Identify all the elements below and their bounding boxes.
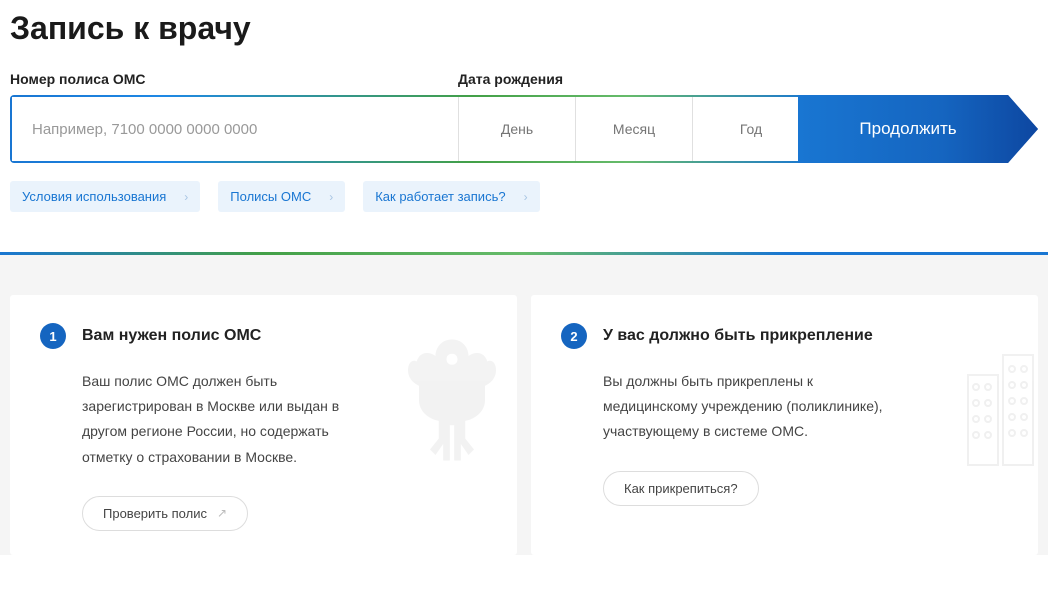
step-card-2: 2 У вас должно быть прикрепление Вы долж… [531, 295, 1038, 555]
step-card-1: 1 Вам нужен полис ОМС Ваш полис ОМС долж… [10, 295, 517, 555]
policy-number-input[interactable] [12, 97, 458, 161]
dob-month-input[interactable] [575, 97, 692, 161]
share-icon: ↗ [217, 506, 227, 520]
terms-link[interactable]: Условия использования › [10, 181, 200, 212]
step-number-badge: 2 [561, 323, 587, 349]
chevron-right-icon: › [184, 190, 188, 204]
link-chips: Условия использования › Полисы ОМС › Как… [10, 181, 1038, 212]
how-it-works-link-label: Как работает запись? [375, 189, 505, 204]
dob-day-input[interactable] [458, 97, 575, 161]
terms-link-label: Условия использования [22, 189, 166, 204]
info-section: 1 Вам нужен полис ОМС Ваш полис ОМС долж… [0, 255, 1048, 555]
card-title: У вас должно быть прикрепление [603, 327, 873, 345]
card-text: Вы должны быть прикреплены к медицинском… [603, 369, 883, 445]
policy-number-label: Номер полиса ОМС [10, 71, 458, 87]
dob-label: Дата рождения [458, 71, 563, 87]
page-title: Запись к врачу [10, 10, 1038, 47]
cards-row: 1 Вам нужен полис ОМС Ваш полис ОМС долж… [10, 295, 1038, 555]
policies-link-label: Полисы ОМС [230, 189, 311, 204]
form-wrapper: Продолжить [10, 95, 1038, 163]
card-body: Ваш полис ОМС должен быть зарегистрирова… [82, 369, 487, 531]
chevron-right-icon: › [329, 190, 333, 204]
how-it-works-link[interactable]: Как работает запись? › [363, 181, 539, 212]
dob-year-input[interactable] [692, 97, 809, 161]
how-to-attach-button-label: Как прикрепиться? [624, 481, 738, 496]
how-to-attach-button[interactable]: Как прикрепиться? [603, 471, 759, 506]
card-text: Ваш полис ОМС должен быть зарегистрирова… [82, 369, 362, 470]
step-number-badge: 1 [40, 323, 66, 349]
card-header: 2 У вас должно быть прикрепление [561, 323, 1008, 349]
form-labels: Номер полиса ОМС Дата рождения [10, 71, 1038, 87]
policies-link[interactable]: Полисы ОМС › [218, 181, 345, 212]
card-header: 1 Вам нужен полис ОМС [40, 323, 487, 349]
check-policy-button[interactable]: Проверить полис ↗ [82, 496, 248, 531]
continue-button[interactable]: Продолжить [798, 95, 1038, 163]
card-title: Вам нужен полис ОМС [82, 327, 261, 345]
check-policy-button-label: Проверить полис [103, 506, 207, 521]
card-body: Вы должны быть прикреплены к медицинском… [603, 369, 1008, 506]
chevron-right-icon: › [524, 190, 528, 204]
